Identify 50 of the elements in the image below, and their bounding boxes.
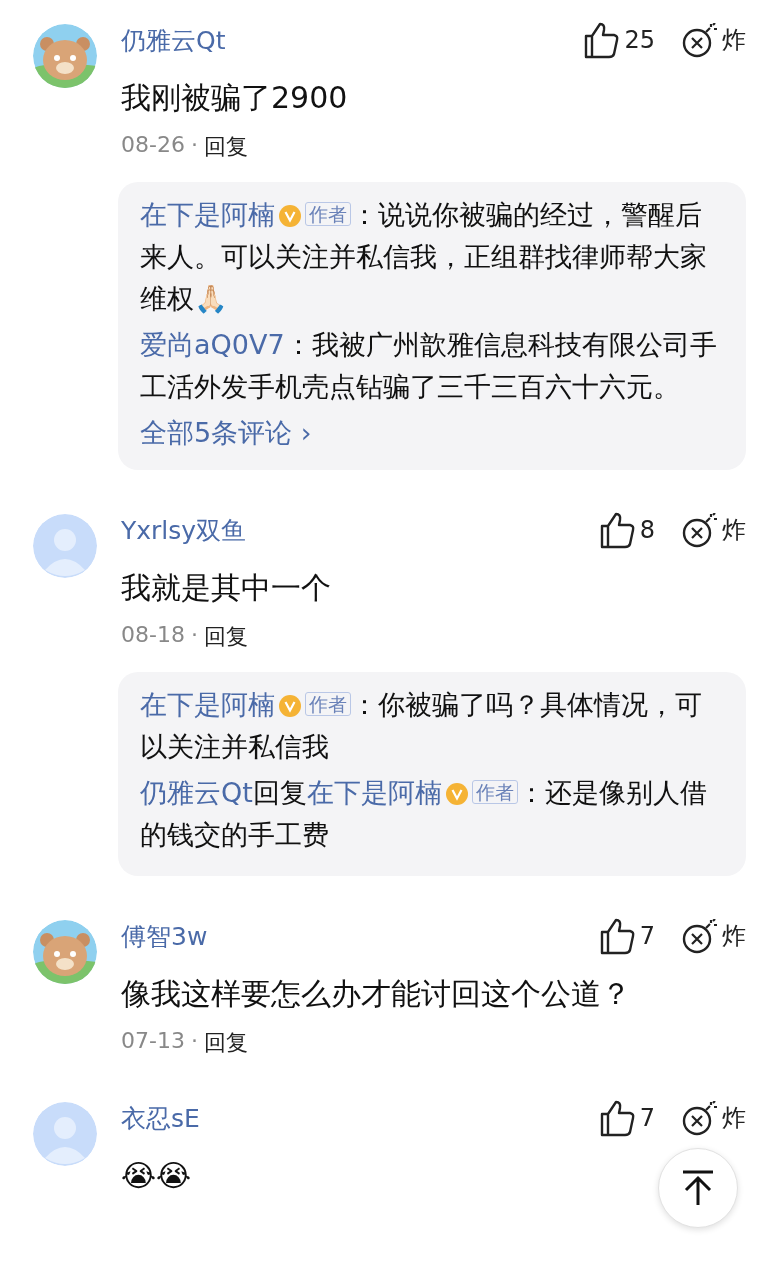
thumbs-up-icon [598,917,636,955]
thumbs-up-icon [583,21,621,59]
user-link[interactable]: 在下是阿楠 [306,777,442,808]
separator-dot: · [190,622,198,649]
user-link[interactable]: 在下是阿楠 [140,199,275,230]
author-tag: 作者 [471,780,518,804]
comment-date: 08-26 [121,132,185,159]
author-tag: 作者 [305,202,351,226]
user-link[interactable]: 仍雅云Qt [140,777,253,808]
reply-link[interactable]: 回复 [203,132,248,162]
author-tag: 作者 [305,692,351,716]
thumbs-up-icon [598,1099,636,1137]
like-button[interactable]: 7 [598,917,655,955]
like-button[interactable]: 8 [598,511,655,549]
bomb-icon [681,512,718,548]
bomb-button[interactable]: 炸 [681,512,746,548]
reply-text: 爱尚aQ0V7：我被广州歆雅信息科技有限公司手工活外发手机壳点钻骗了三千三百六十六元。 [140,328,718,404]
back-to-top-button[interactable] [658,1148,738,1228]
comment-text: 😭😭 [121,1157,192,1195]
avatar-icon [33,1102,97,1166]
bomb-button[interactable]: 炸 [681,22,746,58]
user-link[interactable]: 在下是阿楠 [140,689,275,720]
comment-text: 像我这样要怎么办才能讨回这个公道？ [121,975,631,1013]
thumbs-up-icon [598,511,636,549]
separator-dot: · [190,1028,198,1055]
reply-text: 在下是阿楠 作者：你被骗了吗？具体情况，可以关注并私信我 [140,688,703,764]
like-button[interactable]: 25 [583,21,655,59]
view-all-link[interactable]: 全部5条评论 › [140,412,724,454]
comment-date: 08-18 [121,622,185,649]
avatar-icon [33,514,97,578]
user-link[interactable]: 爱尚aQ0V7 [140,329,285,360]
like-button[interactable]: 7 [598,1099,655,1137]
username[interactable]: Yxrlsy双鱼 [121,513,247,547]
arrow-up-icon [681,1170,715,1206]
comment-date: 07-13 [121,1028,185,1055]
comment-text: 我就是其中一个 [121,569,331,607]
bomb-icon [681,22,718,58]
reply-link[interactable]: 回复 [203,622,248,652]
username[interactable]: 傅智3w [121,919,208,953]
bomb-button[interactable]: 炸 [681,1100,746,1136]
separator-dot: · [190,132,198,159]
username[interactable]: 仍雅云Qt [121,23,226,57]
reply-text: 仍雅云Qt回复在下是阿楠 作者：还是像别人借的钱交的手工费 [140,776,708,852]
bomb-icon [681,918,718,954]
username[interactable]: 衣忍sE [121,1101,200,1135]
reply-link[interactable]: 回复 [203,1028,248,1058]
reply-text: 在下是阿楠 作者：说说你被骗的经过，警醒后来人。可以关注并私信我，正组群找律师帮大家维权🙏🏻 [140,198,708,316]
comment-text: 我刚被骗了2900 [121,79,348,117]
bomb-icon [681,1100,718,1136]
bomb-button[interactable]: 炸 [681,918,746,954]
